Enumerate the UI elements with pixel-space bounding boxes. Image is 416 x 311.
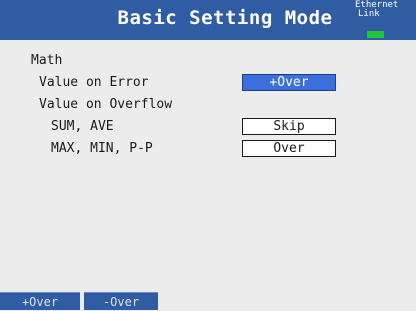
softkey-minus-over[interactable]: -Over	[84, 292, 158, 310]
sum-ave-label: SUM, AVE	[51, 119, 114, 134]
value-on-error-label: Value on Error	[39, 75, 149, 90]
ethernet-status: Ethernet Link	[355, 1, 415, 19]
softkey-plus-over[interactable]: +Over	[0, 292, 80, 310]
page-title: Basic Setting Mode	[117, 7, 333, 29]
max-min-pp-label: MAX, MIN, P-P	[51, 141, 153, 156]
softkey-bar: +Over -Over	[0, 292, 158, 310]
max-min-pp-field[interactable]: Over	[242, 140, 336, 157]
title-bar: Basic Setting Mode Ethernet Link	[0, 0, 416, 40]
section-label-math: Math	[31, 53, 63, 68]
value-on-overflow-label: Value on Overflow	[39, 97, 173, 112]
sum-ave-field[interactable]: Skip	[242, 118, 336, 135]
link-indicator-icon	[367, 31, 384, 38]
link-label: Link	[358, 9, 380, 19]
value-on-error-field[interactable]: +Over	[242, 74, 336, 91]
